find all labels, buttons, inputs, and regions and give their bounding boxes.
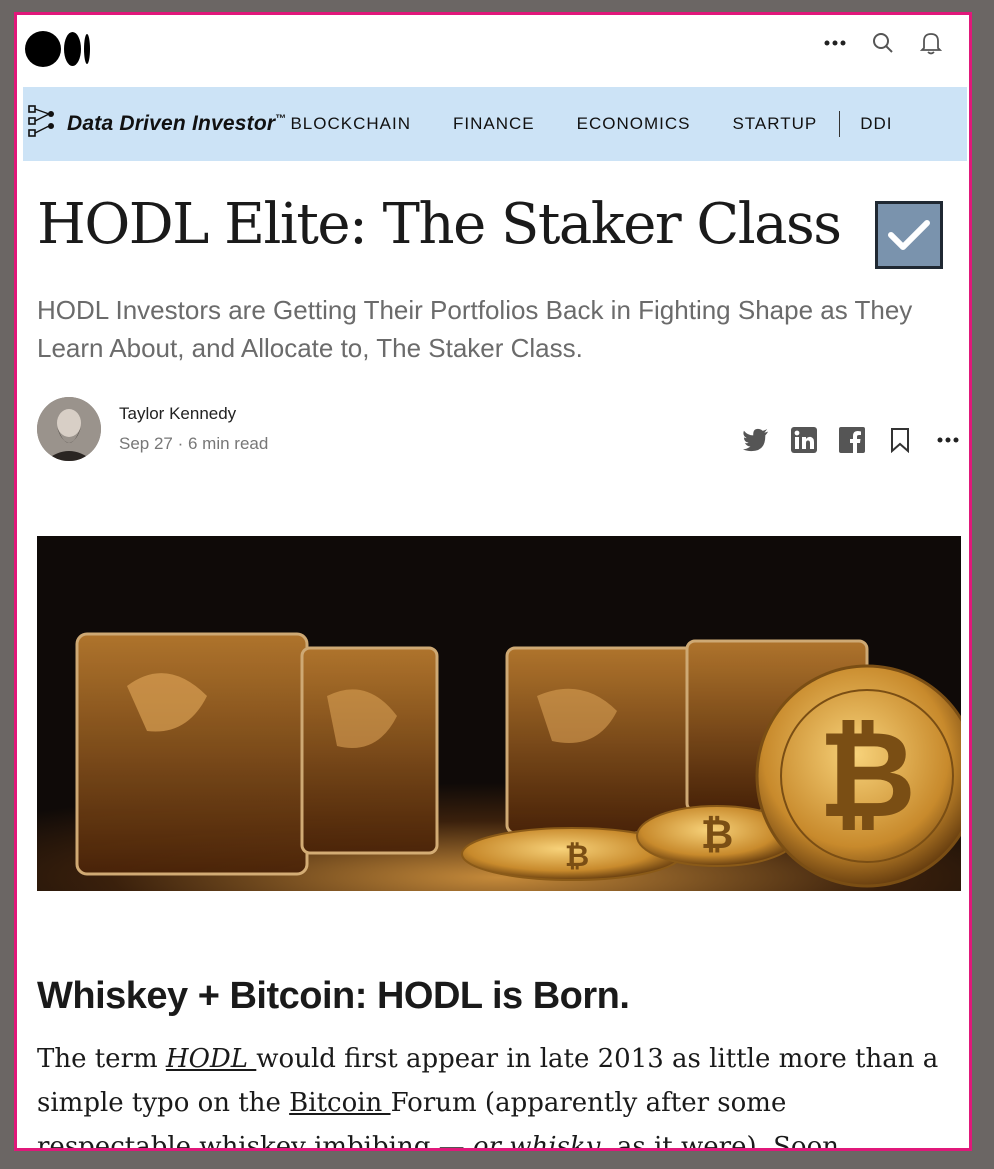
bitcoin-link[interactable]: Bitcoin — [289, 1088, 390, 1118]
share-actions — [743, 427, 961, 453]
more-icon[interactable] — [935, 427, 961, 453]
svg-text:₿: ₿ — [565, 839, 589, 874]
article-title: HODL Elite: The Staker Class — [37, 192, 842, 257]
nav-startup[interactable]: STARTUP — [732, 114, 817, 134]
top-actions — [823, 31, 943, 55]
article-subtitle: HODL Investors are Getting Their Portfol… — [37, 295, 913, 363]
medium-logo-icon[interactable] — [25, 31, 90, 67]
twitter-icon[interactable] — [743, 427, 769, 453]
publish-date: Sep 27 — [119, 434, 173, 453]
nav-divider — [839, 111, 841, 137]
facebook-icon[interactable] — [839, 427, 865, 453]
whisky-link[interactable]: or whisky — [473, 1132, 600, 1148]
article-paragraph: The term HODL would first appear in late… — [37, 1037, 947, 1148]
hodl-link[interactable]: HODL — [166, 1044, 256, 1074]
author-name[interactable]: Taylor Kennedy — [119, 404, 236, 424]
linkedin-icon[interactable] — [791, 427, 817, 453]
publication-nav: BLOCKCHAIN FINANCE ECONOMICS STARTUP DDI — [290, 111, 934, 137]
page: Data Driven Investor™ BLOCKCHAIN FINANCE… — [17, 15, 969, 1148]
search-icon[interactable] — [871, 31, 895, 55]
bell-icon[interactable] — [919, 31, 943, 55]
nav-finance[interactable]: FINANCE — [453, 114, 535, 134]
trademark: ™ — [275, 113, 287, 125]
section-heading: Whiskey + Bitcoin: HODL is Born. — [37, 975, 630, 1017]
read-time: 6 min read — [188, 434, 269, 453]
svg-text:₿: ₿ — [701, 812, 734, 858]
publication-name-text: Data Driven Investor — [67, 112, 276, 135]
more-icon[interactable] — [823, 31, 847, 55]
checkbox-icon — [875, 201, 943, 269]
author-avatar[interactable] — [37, 397, 101, 461]
nav-ddi[interactable]: DDI — [860, 114, 892, 134]
hero-image: ₿ ₿ ₿ — [37, 536, 961, 891]
bookmark-icon[interactable] — [887, 427, 913, 453]
article-meta: Sep 27 · 6 min read — [119, 434, 269, 453]
publication-brand[interactable]: Data Driven Investor™ — [27, 102, 286, 147]
publication-name: Data Driven Investor™ — [67, 112, 286, 136]
ddi-logo-icon — [27, 102, 61, 147]
para-text: The term — [37, 1044, 166, 1074]
publication-bar: Data Driven Investor™ BLOCKCHAIN FINANCE… — [23, 87, 967, 161]
nav-economics[interactable]: ECONOMICS — [577, 114, 691, 134]
browser-frame: Data Driven Investor™ BLOCKCHAIN FINANCE… — [14, 12, 972, 1151]
svg-text:₿: ₿ — [818, 706, 916, 845]
nav-blockchain[interactable]: BLOCKCHAIN — [290, 114, 411, 134]
